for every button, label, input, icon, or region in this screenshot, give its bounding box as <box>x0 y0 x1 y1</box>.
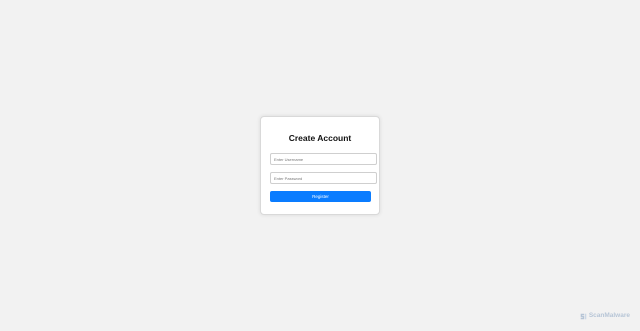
scanmalware-logo-icon <box>580 313 587 319</box>
watermark-text: ScanMalware <box>588 312 630 319</box>
watermark: ScanMalware <box>580 312 630 320</box>
page: Create Account Register ScanMalware <box>0 0 640 331</box>
register-button[interactable]: Register <box>270 191 371 202</box>
register-card: Create Account Register <box>260 116 380 215</box>
password-input[interactable] <box>270 172 377 184</box>
form-title: Create Account <box>288 133 352 143</box>
username-input[interactable] <box>270 153 377 165</box>
